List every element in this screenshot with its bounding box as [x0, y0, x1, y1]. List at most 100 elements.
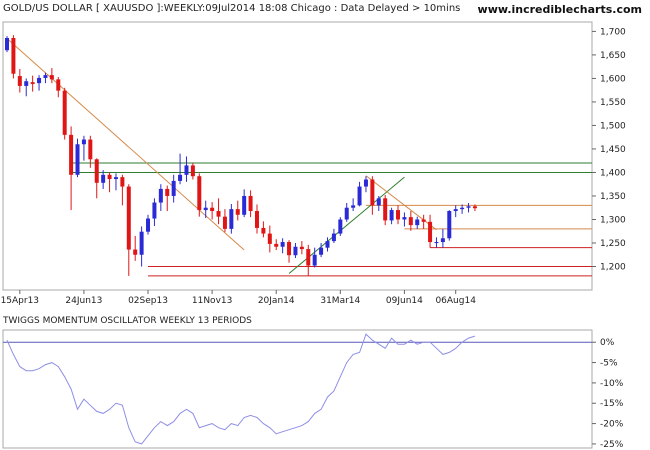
candle-body [75, 144, 80, 175]
price-candle [146, 214, 151, 235]
oscillator-y-tick-label: 0% [600, 338, 615, 348]
candle-body [415, 219, 420, 226]
price-candle [357, 181, 362, 207]
candle-body [158, 188, 163, 203]
price-candle [376, 195, 381, 212]
price-candle [171, 174, 176, 203]
trend-line [6, 38, 245, 251]
candle-body [120, 177, 125, 187]
price-candle [242, 189, 247, 218]
price-candle [152, 198, 157, 227]
price-candle [421, 214, 426, 229]
price-candle [331, 228, 336, 243]
price-candle [197, 173, 202, 217]
candle-body [88, 139, 93, 160]
price-x-tick-label: 20Jan14 [258, 296, 295, 306]
candle-body [165, 188, 170, 196]
candle-body [24, 81, 29, 86]
candle-body [408, 217, 413, 226]
price-candle [81, 135, 86, 161]
price-y-tick-label: 1,600 [600, 74, 626, 84]
candle-body [357, 186, 362, 206]
price-candle [299, 241, 304, 255]
candle-body [49, 75, 54, 80]
candle-body [261, 227, 266, 234]
price-y-tick-label: 1,250 [600, 239, 626, 249]
candle-body [267, 233, 272, 244]
candle-body [447, 211, 452, 239]
price-candle [415, 216, 420, 229]
price-candle [434, 237, 439, 248]
candle-body [280, 242, 285, 247]
candle-body [344, 207, 349, 220]
candle-body [139, 231, 144, 255]
price-candle [75, 138, 80, 178]
candle-body [69, 134, 74, 175]
price-candle [120, 174, 125, 206]
oscillator-frame [2, 329, 593, 449]
candle-body [11, 37, 16, 74]
price-candle [344, 203, 349, 222]
price-candle [383, 195, 388, 226]
price-candle [210, 202, 215, 220]
candle-body [126, 186, 131, 250]
candle-body [434, 242, 439, 244]
price-candle [293, 242, 298, 259]
oscillator-y-axis: 0% -5% -10% -15% -20% -25% [592, 338, 624, 450]
candle-body [453, 209, 458, 212]
price-candle [216, 198, 221, 225]
candle-body [460, 207, 465, 210]
trend-line [365, 175, 437, 231]
candle-body [171, 180, 176, 196]
candle-body [197, 176, 202, 211]
price-y-tick-label: 1,300 [600, 215, 626, 225]
price-candle [261, 221, 266, 238]
price-candle [235, 200, 240, 221]
candle-body [363, 179, 368, 187]
price-candle [267, 225, 272, 253]
candle-body [152, 202, 157, 219]
candle-body [56, 79, 61, 91]
oscillator-y-tick-label: -10% [600, 379, 624, 389]
price-candle [190, 163, 195, 180]
price-x-tick-label: 31Mar14 [320, 296, 360, 306]
price-candle [17, 69, 22, 93]
price-chart: 1,700 1,650 1,600 1,550 1,500 1,450 1,400 1,350… [1, 21, 626, 450]
candle-body [254, 211, 259, 228]
candle-body [376, 198, 381, 206]
candle-body [331, 233, 336, 242]
price-candle [280, 238, 285, 254]
price-candle [338, 217, 343, 236]
candle-body [351, 205, 356, 208]
price-candle [107, 172, 112, 193]
price-candle [274, 239, 279, 251]
candle-body [319, 247, 324, 255]
candle-body [440, 238, 445, 243]
candle-body [101, 174, 106, 183]
price-candle [408, 211, 413, 231]
price-candle [165, 185, 170, 212]
price-candle [306, 244, 311, 276]
price-y-tick-label: 1,650 [600, 51, 626, 61]
candle-body [5, 37, 9, 51]
candle-body [299, 246, 304, 250]
candle-body [274, 243, 279, 247]
oscillator-grid [2, 329, 593, 449]
candle-body [216, 211, 221, 217]
candle-body [396, 210, 401, 220]
oscillator-y-tick-label: -20% [600, 420, 624, 430]
candle-body [210, 207, 215, 212]
price-candle [5, 36, 9, 53]
candle-body [248, 195, 253, 212]
candle-body [428, 221, 433, 243]
price-candle [370, 176, 375, 215]
price-candle [62, 87, 67, 140]
price-candle [351, 198, 356, 212]
price-candle [363, 176, 368, 193]
price-candle [287, 240, 292, 263]
price-candle [440, 228, 445, 248]
price-x-tick-label: 02Sep13 [128, 296, 168, 306]
candle-body [242, 195, 247, 215]
price-candle [113, 173, 118, 191]
candle-body [178, 174, 183, 181]
